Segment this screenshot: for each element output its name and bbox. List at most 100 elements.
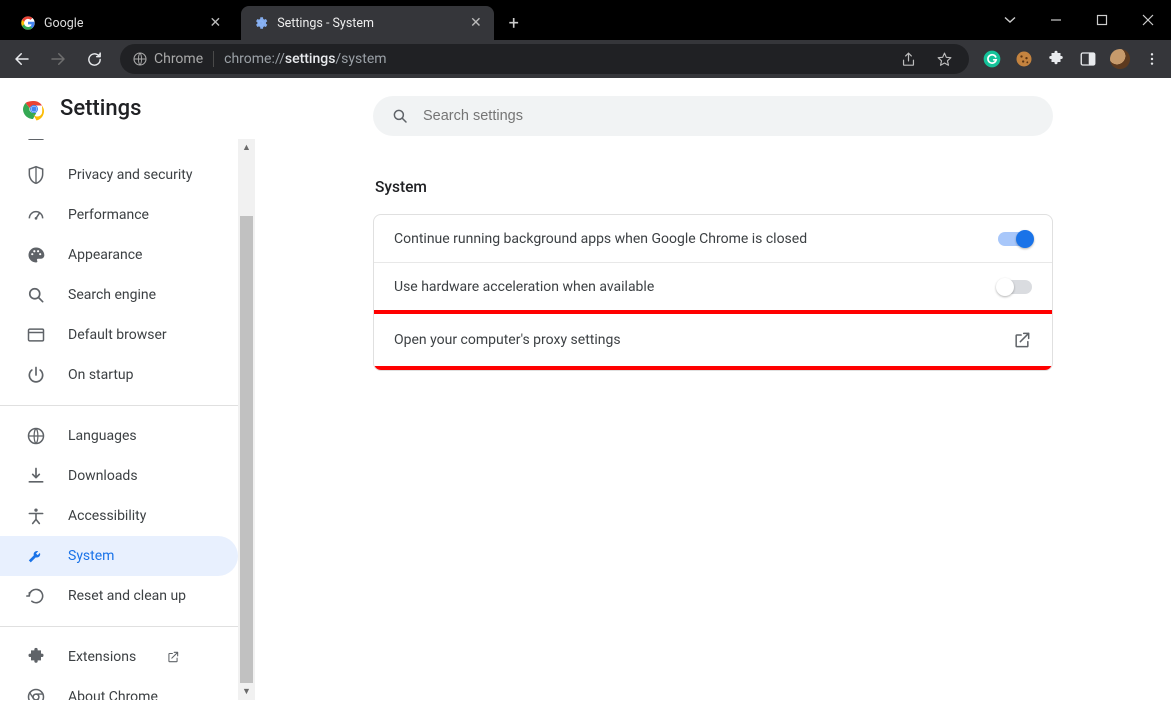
window-titlebar: Google ✕ Settings - System ✕ + [0, 0, 1171, 40]
sidebar-item-label: Appearance [68, 247, 142, 263]
sidebar-item-performance[interactable]: Performance [0, 195, 238, 235]
sidebar-item-languages[interactable]: Languages [0, 416, 238, 456]
scroll-up-arrow[interactable]: ▲ [238, 139, 255, 156]
open-external-icon [1012, 330, 1032, 350]
sidebar-item-about[interactable]: About Chrome [0, 677, 238, 700]
sidebar-item-privacy[interactable]: Privacy and security [0, 155, 238, 195]
settings-card: Continue running background apps when Go… [373, 214, 1053, 371]
url-text: chrome://settings/system [224, 51, 386, 67]
sidebar-item-label: Reset and clean up [68, 588, 186, 604]
browser-window-icon [26, 325, 46, 345]
page-content: Settings ▲ ▼ Privacy and security Perfor… [0, 78, 1171, 707]
tab-title: Google [44, 16, 83, 31]
share-icon[interactable] [895, 46, 921, 72]
sidebar-item-label: Languages [68, 428, 137, 444]
browser-menu-button[interactable] [1139, 46, 1165, 72]
setting-label: Use hardware acceleration when available [394, 279, 654, 295]
sidebar-item-downloads[interactable]: Downloads [0, 456, 238, 496]
search-icon [26, 285, 46, 305]
sidebar-item-default-browser[interactable]: Default browser [0, 315, 238, 355]
browser-tab-settings[interactable]: Settings - System ✕ [241, 6, 494, 40]
extension-cookie-icon[interactable] [1011, 46, 1037, 72]
divider [0, 626, 238, 627]
setting-row-proxy[interactable]: Open your computer's proxy settings [374, 314, 1052, 366]
browser-tab-google[interactable]: Google ✕ [8, 6, 233, 40]
toggle-background-apps[interactable] [998, 232, 1032, 246]
sidepanel-icon[interactable] [1075, 46, 1101, 72]
system-section: System Continue running background apps … [373, 178, 1053, 371]
gear-favicon [253, 15, 269, 31]
window-maximize-button[interactable] [1079, 0, 1125, 40]
nav-reload-button[interactable] [78, 44, 110, 74]
sidebar-item-search-engine[interactable]: Search engine [0, 275, 238, 315]
new-tab-button[interactable]: + [500, 9, 528, 37]
sidebar-scrollbar[interactable]: ▲ ▼ [238, 139, 255, 700]
window-close-button[interactable] [1125, 0, 1171, 40]
setting-row-hardware-accel: Use hardware acceleration when available [374, 263, 1052, 311]
app-header: Settings [0, 78, 255, 139]
sidebar-item-accessibility[interactable]: Accessibility [0, 496, 238, 536]
palette-icon [26, 245, 46, 265]
wrench-icon [26, 546, 46, 566]
annotation-highlight: Open your computer's proxy settings [373, 310, 1053, 370]
download-icon [26, 466, 46, 486]
sidebar-item-label: Search engine [68, 287, 156, 303]
settings-search[interactable] [373, 96, 1053, 136]
close-icon[interactable]: ✕ [470, 15, 482, 31]
extension-icons [979, 46, 1165, 72]
speedometer-icon [26, 205, 46, 225]
settings-search-input[interactable] [423, 108, 1035, 124]
sidebar-item-label: Privacy and security [68, 167, 192, 183]
chevron-down-icon[interactable] [987, 0, 1033, 40]
sidebar-item-label: About Chrome [68, 689, 158, 700]
sidebar: Settings ▲ ▼ Privacy and security Perfor… [0, 78, 255, 707]
site-info-label: Chrome [154, 51, 203, 67]
site-info-button[interactable]: Chrome [132, 51, 203, 67]
sidebar-item-label: Downloads [68, 468, 138, 484]
open-external-icon [166, 650, 180, 664]
restore-icon [26, 586, 46, 606]
nav-forward-button[interactable] [42, 44, 74, 74]
power-icon [26, 365, 46, 385]
sidebar-item-reset[interactable]: Reset and clean up [0, 576, 238, 616]
toggle-hardware-accel[interactable] [998, 280, 1032, 294]
extension-grammarly-icon[interactable] [979, 46, 1005, 72]
setting-label: Open your computer's proxy settings [394, 332, 621, 348]
shield-icon [26, 165, 46, 185]
sidebar-item-system[interactable]: System [0, 536, 238, 576]
search-icon [391, 107, 409, 125]
puzzle-icon [26, 647, 46, 667]
bookmark-star-icon[interactable] [931, 46, 957, 72]
accessibility-icon [26, 506, 46, 526]
sidebar-item-extensions[interactable]: Extensions [0, 637, 238, 677]
sidebar-item-label: Accessibility [68, 508, 146, 524]
setting-label: Continue running background apps when Go… [394, 231, 807, 247]
section-heading: System [375, 178, 1053, 196]
sidebar-item-label: Extensions [68, 649, 136, 665]
google-favicon [20, 15, 36, 31]
address-bar[interactable]: Chrome chrome://settings/system [120, 44, 969, 74]
close-icon[interactable]: ✕ [209, 15, 221, 31]
chrome-outline-icon [26, 687, 46, 700]
globe-icon [26, 426, 46, 446]
sidebar-item-on-startup[interactable]: On startup [0, 355, 238, 395]
sidebar-item-label: Performance [68, 207, 149, 223]
nav-back-button[interactable] [6, 44, 38, 74]
setting-row-background-apps: Continue running background apps when Go… [374, 215, 1052, 263]
main-panel: System Continue running background apps … [255, 78, 1171, 707]
sidebar-item-appearance[interactable]: Appearance [0, 235, 238, 275]
browser-toolbar: Chrome chrome://settings/system [0, 40, 1171, 78]
tab-title: Settings - System [277, 16, 374, 31]
sidebar-item-label: System [68, 548, 114, 564]
sidebar-item-partial[interactable] [0, 139, 238, 155]
sidebar-item-label: On startup [68, 367, 134, 383]
scroll-thumb[interactable] [240, 216, 253, 700]
window-minimize-button[interactable] [1033, 0, 1079, 40]
extensions-puzzle-icon[interactable] [1043, 46, 1069, 72]
divider [213, 51, 214, 67]
sidebar-item-label: Default browser [68, 327, 167, 343]
profile-avatar[interactable] [1107, 46, 1133, 72]
divider [0, 405, 238, 406]
chrome-logo-icon [22, 97, 46, 121]
scroll-down-arrow[interactable]: ▼ [238, 683, 255, 700]
